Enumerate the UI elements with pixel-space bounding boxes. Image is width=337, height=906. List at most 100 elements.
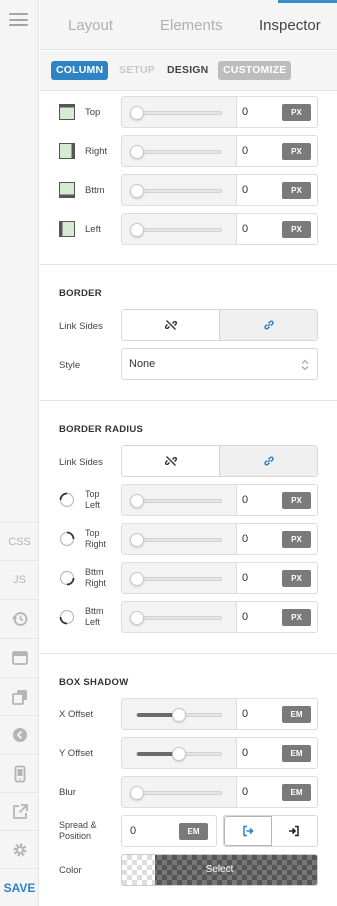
radius-link-sides-toggle bbox=[121, 445, 318, 477]
x-offset-label: X Offset bbox=[59, 709, 94, 720]
layout-button[interactable] bbox=[0, 638, 39, 676]
color-picker[interactable]: Select bbox=[121, 854, 318, 886]
number-input[interactable]: 0 PX bbox=[237, 601, 318, 633]
spread-input[interactable]: 0 EM bbox=[121, 815, 217, 847]
corner-label: Bttm Left bbox=[85, 606, 104, 628]
number-input[interactable]: 0 PX bbox=[237, 213, 318, 245]
link-button[interactable] bbox=[219, 446, 317, 476]
border-radius-section-title: BORDER RADIUS bbox=[59, 424, 144, 435]
value-text: 0 bbox=[130, 825, 137, 837]
y-offset-slider[interactable] bbox=[121, 737, 237, 769]
value-text: 0 bbox=[242, 747, 249, 759]
slider[interactable] bbox=[121, 174, 237, 206]
spread-label-line2: Position bbox=[59, 831, 92, 841]
inset-button[interactable] bbox=[271, 816, 317, 846]
side-right-icon bbox=[59, 143, 75, 159]
value-text: 0 bbox=[242, 223, 249, 235]
tab-elements[interactable]: Elements bbox=[160, 17, 223, 34]
spread-position-label: Spread & Position bbox=[59, 820, 97, 842]
x-offset-slider[interactable] bbox=[121, 698, 237, 730]
column-badge[interactable]: COLUMN bbox=[51, 61, 109, 80]
sign-in-icon bbox=[289, 825, 299, 837]
select-arrows-icon bbox=[301, 359, 309, 371]
corner-bottom-left-icon bbox=[59, 609, 75, 625]
side-bottom-icon bbox=[59, 182, 75, 198]
unit-button[interactable]: PX bbox=[282, 570, 311, 587]
blur-input[interactable]: 0 EM bbox=[237, 776, 318, 808]
gear-icon bbox=[13, 843, 26, 856]
corner-label-line2: Right bbox=[85, 578, 107, 588]
divider bbox=[40, 400, 337, 401]
color-select-label: Select bbox=[205, 864, 234, 875]
subtab-setup[interactable]: SETUP bbox=[114, 61, 160, 80]
settings-button[interactable] bbox=[0, 830, 39, 868]
divider bbox=[40, 653, 337, 654]
pages-button[interactable] bbox=[0, 677, 39, 715]
unit-button[interactable]: PX bbox=[282, 221, 311, 238]
divider bbox=[40, 264, 337, 265]
corner-label: Top Left bbox=[85, 489, 100, 511]
unit-button[interactable]: EM bbox=[179, 823, 208, 840]
unit-button[interactable]: PX bbox=[282, 531, 311, 548]
number-input[interactable]: 0 PX bbox=[237, 174, 318, 206]
link-button[interactable] bbox=[219, 310, 317, 340]
number-input[interactable]: 0 PX bbox=[237, 96, 318, 128]
number-input[interactable]: 0 PX bbox=[237, 484, 318, 516]
corner-label-line1: Bttm bbox=[85, 567, 104, 577]
border-style-select[interactable]: None bbox=[121, 348, 318, 380]
x-offset-input[interactable]: 0 EM bbox=[237, 698, 318, 730]
slider[interactable] bbox=[121, 96, 237, 128]
value-text: 0 bbox=[242, 572, 249, 584]
subtab-customize[interactable]: CUSTOMIZE bbox=[218, 61, 292, 80]
unit-button[interactable]: PX bbox=[282, 182, 311, 199]
value-text: 0 bbox=[242, 145, 249, 157]
y-offset-input[interactable]: 0 EM bbox=[237, 737, 318, 769]
corner-label-line1: Bttm bbox=[85, 606, 104, 616]
left-rail: CSS JS SAVE bbox=[0, 0, 39, 906]
pages-icon bbox=[11, 689, 27, 705]
corner-label: Bttm Right bbox=[85, 567, 106, 589]
unit-button[interactable]: PX bbox=[282, 609, 311, 626]
unlink-button[interactable] bbox=[122, 446, 219, 476]
number-input[interactable]: 0 PX bbox=[237, 523, 318, 555]
box-shadow-section-title: BOX SHADOW bbox=[59, 677, 129, 688]
panel-tabs: Layout Elements Inspector bbox=[40, 0, 337, 50]
js-button[interactable]: JS bbox=[0, 560, 39, 598]
value-text: 0 bbox=[242, 708, 249, 720]
outset-button[interactable] bbox=[224, 816, 272, 846]
unit-button[interactable]: EM bbox=[282, 706, 311, 723]
unit-button[interactable]: PX bbox=[282, 104, 311, 121]
slider[interactable] bbox=[121, 135, 237, 167]
subtab-design[interactable]: DESIGN bbox=[162, 61, 213, 80]
slider[interactable] bbox=[121, 213, 237, 245]
tab-layout[interactable]: Layout bbox=[68, 17, 113, 34]
link-icon bbox=[263, 320, 274, 330]
corner-top-right-icon bbox=[59, 531, 75, 547]
external-link-button[interactable] bbox=[0, 792, 39, 830]
corner-top-left-icon bbox=[59, 492, 75, 508]
save-button[interactable]: SAVE bbox=[0, 868, 39, 906]
slider[interactable] bbox=[121, 601, 237, 633]
blur-slider[interactable] bbox=[121, 776, 237, 808]
number-input[interactable]: 0 PX bbox=[237, 562, 318, 594]
unlink-icon bbox=[164, 456, 177, 466]
css-button[interactable]: CSS bbox=[0, 522, 39, 560]
color-label: Color bbox=[59, 865, 82, 876]
slider[interactable] bbox=[121, 523, 237, 555]
slider[interactable] bbox=[121, 562, 237, 594]
unit-button[interactable]: PX bbox=[282, 143, 311, 160]
unlink-button[interactable] bbox=[122, 310, 219, 340]
spread-label-line1: Spread & bbox=[59, 820, 97, 830]
inspector-subtabs: COLUMN SETUP DESIGN CUSTOMIZE bbox=[40, 51, 337, 91]
history-button[interactable] bbox=[0, 599, 39, 637]
unit-button[interactable]: PX bbox=[282, 492, 311, 509]
menu-icon[interactable] bbox=[9, 13, 28, 26]
back-button[interactable] bbox=[0, 715, 39, 753]
unit-button[interactable]: EM bbox=[282, 745, 311, 762]
slider[interactable] bbox=[121, 484, 237, 516]
unit-button[interactable]: EM bbox=[282, 784, 311, 801]
number-input[interactable]: 0 PX bbox=[237, 135, 318, 167]
value-text: 0 bbox=[242, 106, 249, 118]
responsive-button[interactable] bbox=[0, 754, 39, 792]
tab-inspector[interactable]: Inspector bbox=[259, 17, 321, 34]
